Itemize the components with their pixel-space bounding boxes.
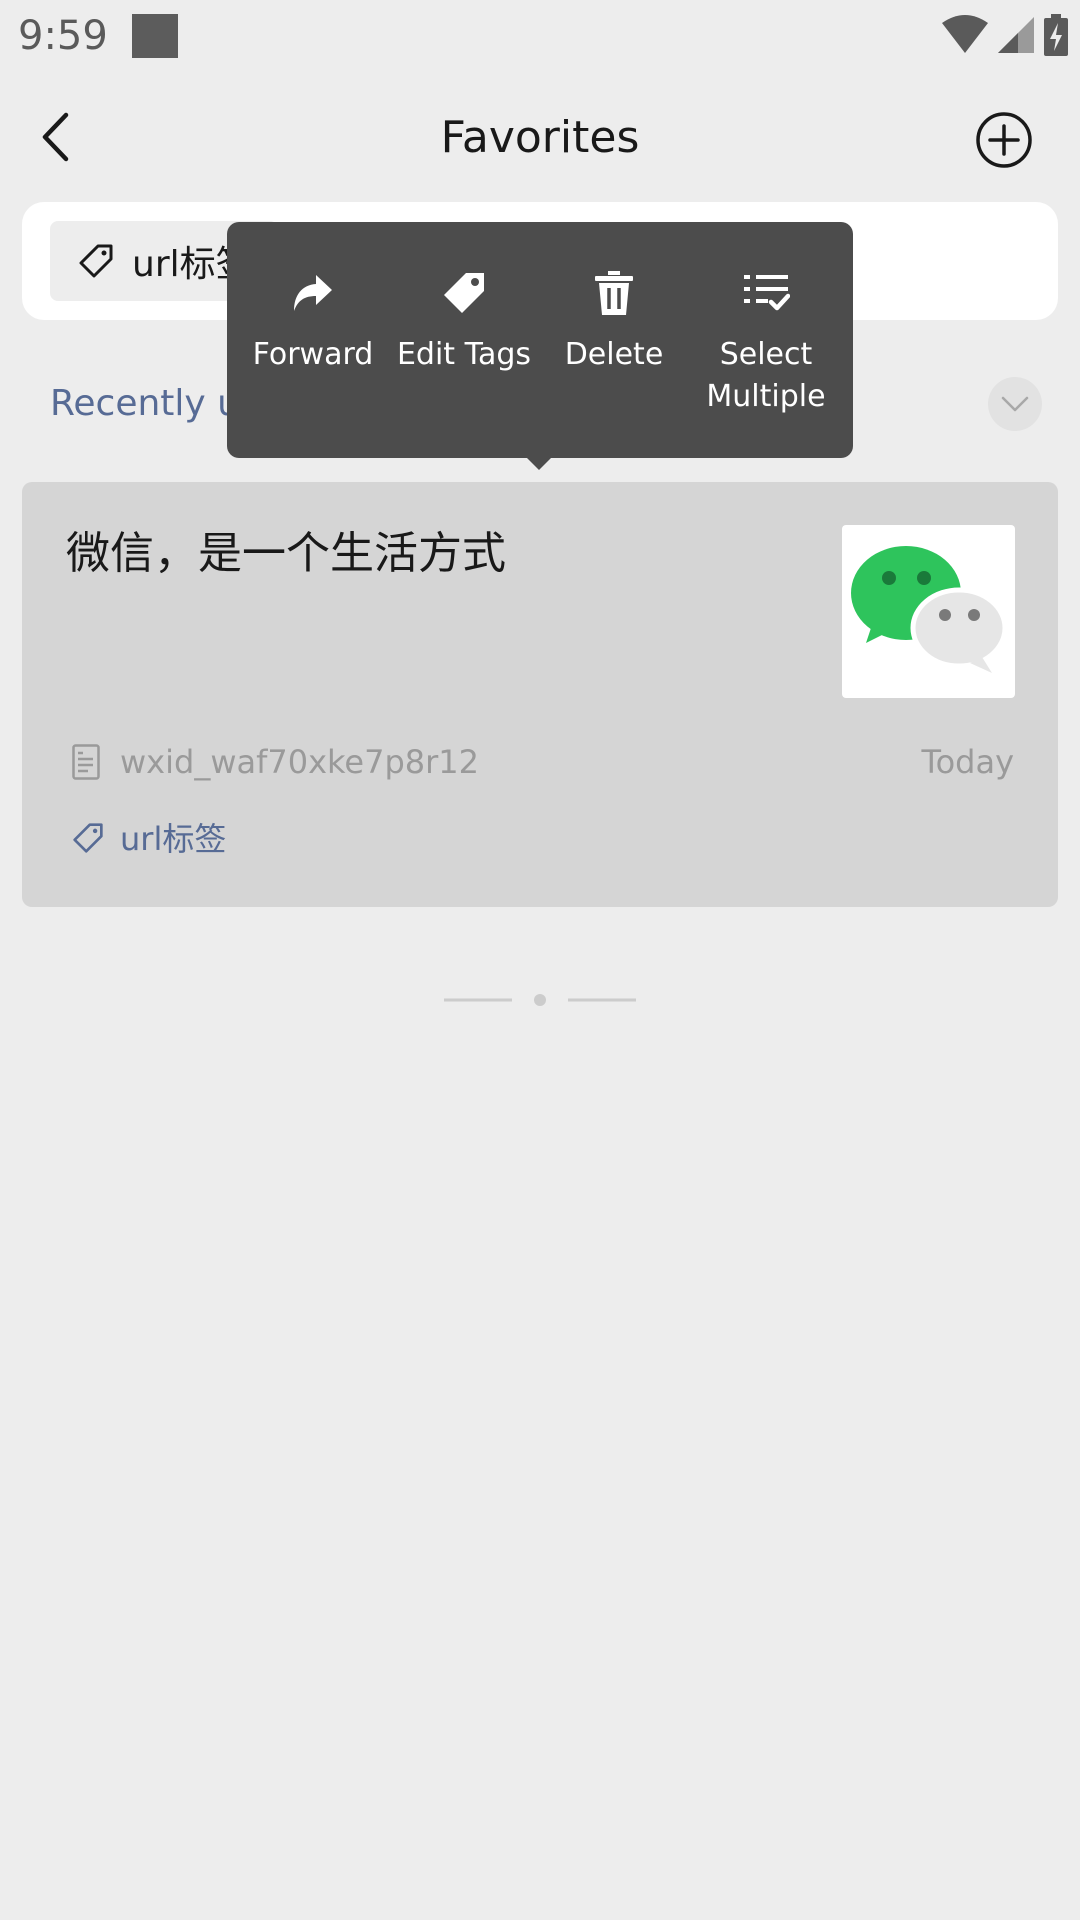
wifi-icon bbox=[942, 15, 988, 53]
add-button[interactable] bbox=[974, 110, 1034, 170]
battery-icon bbox=[1044, 14, 1068, 56]
tag-icon bbox=[73, 823, 103, 853]
menu-item-label: Select Multiple bbox=[706, 337, 826, 414]
notification-icon bbox=[132, 14, 178, 58]
tag-icon bbox=[79, 244, 113, 278]
menu-item-delete[interactable]: Delete bbox=[539, 222, 689, 458]
forward-icon bbox=[292, 268, 334, 318]
select-multiple-icon bbox=[742, 268, 790, 318]
document-icon bbox=[72, 744, 100, 780]
menu-item-edit-tags[interactable]: Edit Tags bbox=[389, 222, 539, 458]
menu-item-forward[interactable]: Forward bbox=[238, 222, 388, 458]
plus-circle-icon bbox=[976, 112, 1032, 168]
card-source: wxid_waf70xke7p8r12 bbox=[120, 743, 479, 781]
expand-button[interactable] bbox=[988, 377, 1042, 431]
card-thumbnail bbox=[842, 525, 1015, 698]
chevron-down-icon bbox=[1001, 396, 1029, 412]
menu-item-label: Forward bbox=[252, 337, 374, 372]
page-indicator bbox=[444, 994, 636, 1006]
card-date: Today bbox=[921, 743, 1014, 781]
menu-item-select-multiple[interactable]: Select Multiple bbox=[691, 222, 841, 458]
status-icons bbox=[942, 10, 1068, 60]
menu-item-label: Edit Tags bbox=[396, 337, 532, 372]
card-title: 微信，是一个生活方式 bbox=[66, 528, 506, 579]
wechat-logo-icon bbox=[851, 546, 1008, 673]
context-menu-arrow bbox=[525, 456, 553, 470]
trash-icon bbox=[595, 268, 633, 318]
page-title: Favorites bbox=[440, 112, 640, 163]
status-time: 9:59 bbox=[18, 13, 108, 59]
card-tag[interactable]: url标签 bbox=[120, 817, 226, 861]
signal-icon bbox=[998, 17, 1034, 53]
tag-icon bbox=[442, 268, 486, 318]
menu-item-label: Delete bbox=[564, 337, 664, 372]
